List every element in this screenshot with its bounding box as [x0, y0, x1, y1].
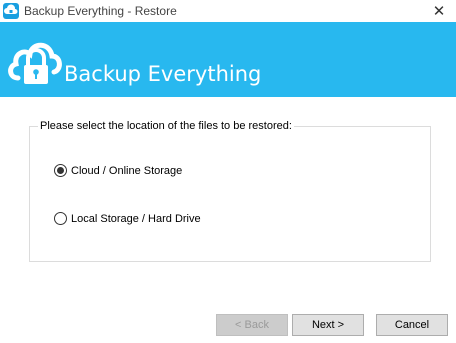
location-groupbox: [29, 126, 431, 262]
next-button[interactable]: Next >: [292, 314, 364, 336]
cancel-button[interactable]: Cancel: [376, 314, 448, 336]
app-icon: [3, 3, 19, 19]
radio-button-unchecked[interactable]: [54, 212, 67, 225]
back-button[interactable]: < Back: [216, 314, 288, 336]
group-legend: Please select the location of the files …: [38, 120, 294, 132]
radio-button-checked[interactable]: [54, 164, 67, 177]
header-banner: Backup Everything: [0, 22, 456, 97]
radio-local-storage[interactable]: Local Storage / Hard Drive: [54, 212, 201, 225]
banner-title: Backup Everything: [64, 62, 262, 86]
radio-label-cloud: Cloud / Online Storage: [71, 164, 183, 177]
radio-cloud-storage[interactable]: Cloud / Online Storage: [54, 164, 182, 177]
cloud-lock-icon: [6, 32, 66, 86]
close-icon[interactable]: ✕: [422, 0, 456, 22]
radio-label-local: Local Storage / Hard Drive: [71, 212, 201, 225]
window-title: Backup Everything - Restore: [24, 4, 177, 18]
title-bar: Backup Everything - Restore ✕: [0, 0, 456, 22]
